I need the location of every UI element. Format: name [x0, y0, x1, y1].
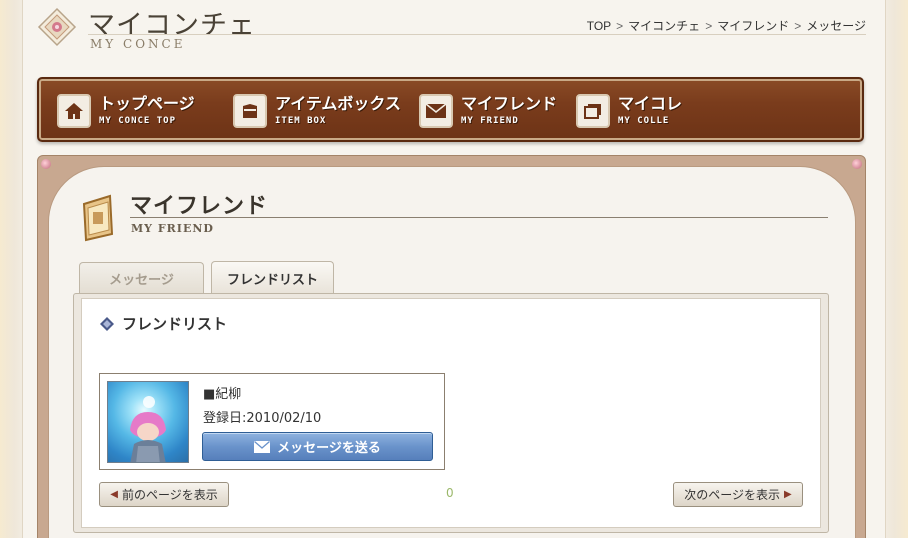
chevron-left-icon: ◀ — [110, 489, 118, 500]
box-icon — [233, 94, 267, 128]
friend-list-heading: フレンドリスト — [100, 313, 227, 334]
nav-my-friend-sublabel: MY FRIEND — [461, 116, 519, 126]
nav-my-friend-label: マイフレンド — [461, 94, 558, 113]
breadcrumb-top-link[interactable]: TOP — [587, 19, 611, 33]
nav-top-page[interactable]: トップページ MY CONCE TOP — [57, 91, 195, 131]
home-icon — [57, 94, 91, 128]
section-title: マイフレンド — [130, 194, 269, 219]
mail-icon — [254, 440, 271, 453]
breadcrumb-separator: > — [616, 18, 624, 33]
tab-friend-list[interactable]: フレンドリスト — [211, 261, 334, 295]
nav-top-page-sublabel: MY CONCE TOP — [99, 116, 177, 126]
friend-card: ■紀柳 登録日:2010/02/10 メッセージを送る — [99, 373, 445, 470]
nav-item-box-label: アイテムボックス — [275, 94, 401, 113]
header-rule — [88, 34, 866, 35]
friend-registered-date: 登録日:2010/02/10 — [203, 411, 322, 426]
logo-emblem-icon — [37, 7, 77, 47]
nav-item-box-sublabel: ITEM BOX — [275, 116, 327, 126]
breadcrumb-myfriend-link[interactable]: マイフレンド — [717, 17, 789, 34]
send-message-label: メッセージを送る — [277, 441, 381, 456]
section-subtitle: MY FRIEND — [131, 222, 214, 235]
corner-gem-icon — [41, 159, 51, 169]
breadcrumb-current: メッセージ — [806, 19, 866, 33]
nav-item-box[interactable]: アイテムボックス ITEM BOX — [233, 91, 401, 131]
section-rule — [130, 217, 828, 218]
next-page-button[interactable]: 次のページを表示 ▶ — [673, 482, 803, 507]
breadcrumb: TOP > マイコンチェ > マイフレンド > メッセージ — [587, 17, 866, 34]
friend-section-icon — [82, 194, 114, 242]
breadcrumb-myconce-link[interactable]: マイコンチェ — [628, 17, 700, 34]
main-navigation: トップページ MY CONCE TOP アイテムボックス ITEM BOX マイ… — [37, 77, 864, 142]
prev-page-label: 前のページを表示 — [121, 488, 218, 502]
nav-my-friend[interactable]: マイフレンド MY FRIEND — [419, 91, 557, 131]
logo-subtitle: MY CONCE — [90, 37, 186, 51]
diamond-bullet-icon — [100, 316, 114, 331]
nav-my-colle-label: マイコレ — [618, 94, 683, 113]
next-page-label: 次のページを表示 — [684, 488, 781, 502]
corner-gem-icon — [852, 159, 862, 169]
breadcrumb-separator: > — [705, 18, 713, 33]
nav-my-colle[interactable]: マイコレ MY COLLE — [576, 91, 682, 131]
breadcrumb-separator: > — [794, 18, 802, 33]
nav-top-page-label: トップページ — [99, 94, 195, 113]
tab-message[interactable]: メッセージ — [79, 262, 204, 293]
frames-icon — [576, 94, 610, 128]
friend-list-title: フレンドリスト — [122, 315, 228, 333]
page-count: 0 — [446, 486, 454, 500]
prev-page-button[interactable]: ◀ 前のページを表示 — [99, 482, 229, 507]
send-message-button[interactable]: メッセージを送る — [202, 432, 433, 461]
envelope-icon — [419, 94, 453, 128]
friend-avatar[interactable] — [107, 381, 189, 463]
nav-my-colle-sublabel: MY COLLE — [618, 116, 670, 126]
friend-name[interactable]: ■紀柳 — [203, 383, 241, 402]
chevron-right-icon: ▶ — [784, 489, 792, 500]
